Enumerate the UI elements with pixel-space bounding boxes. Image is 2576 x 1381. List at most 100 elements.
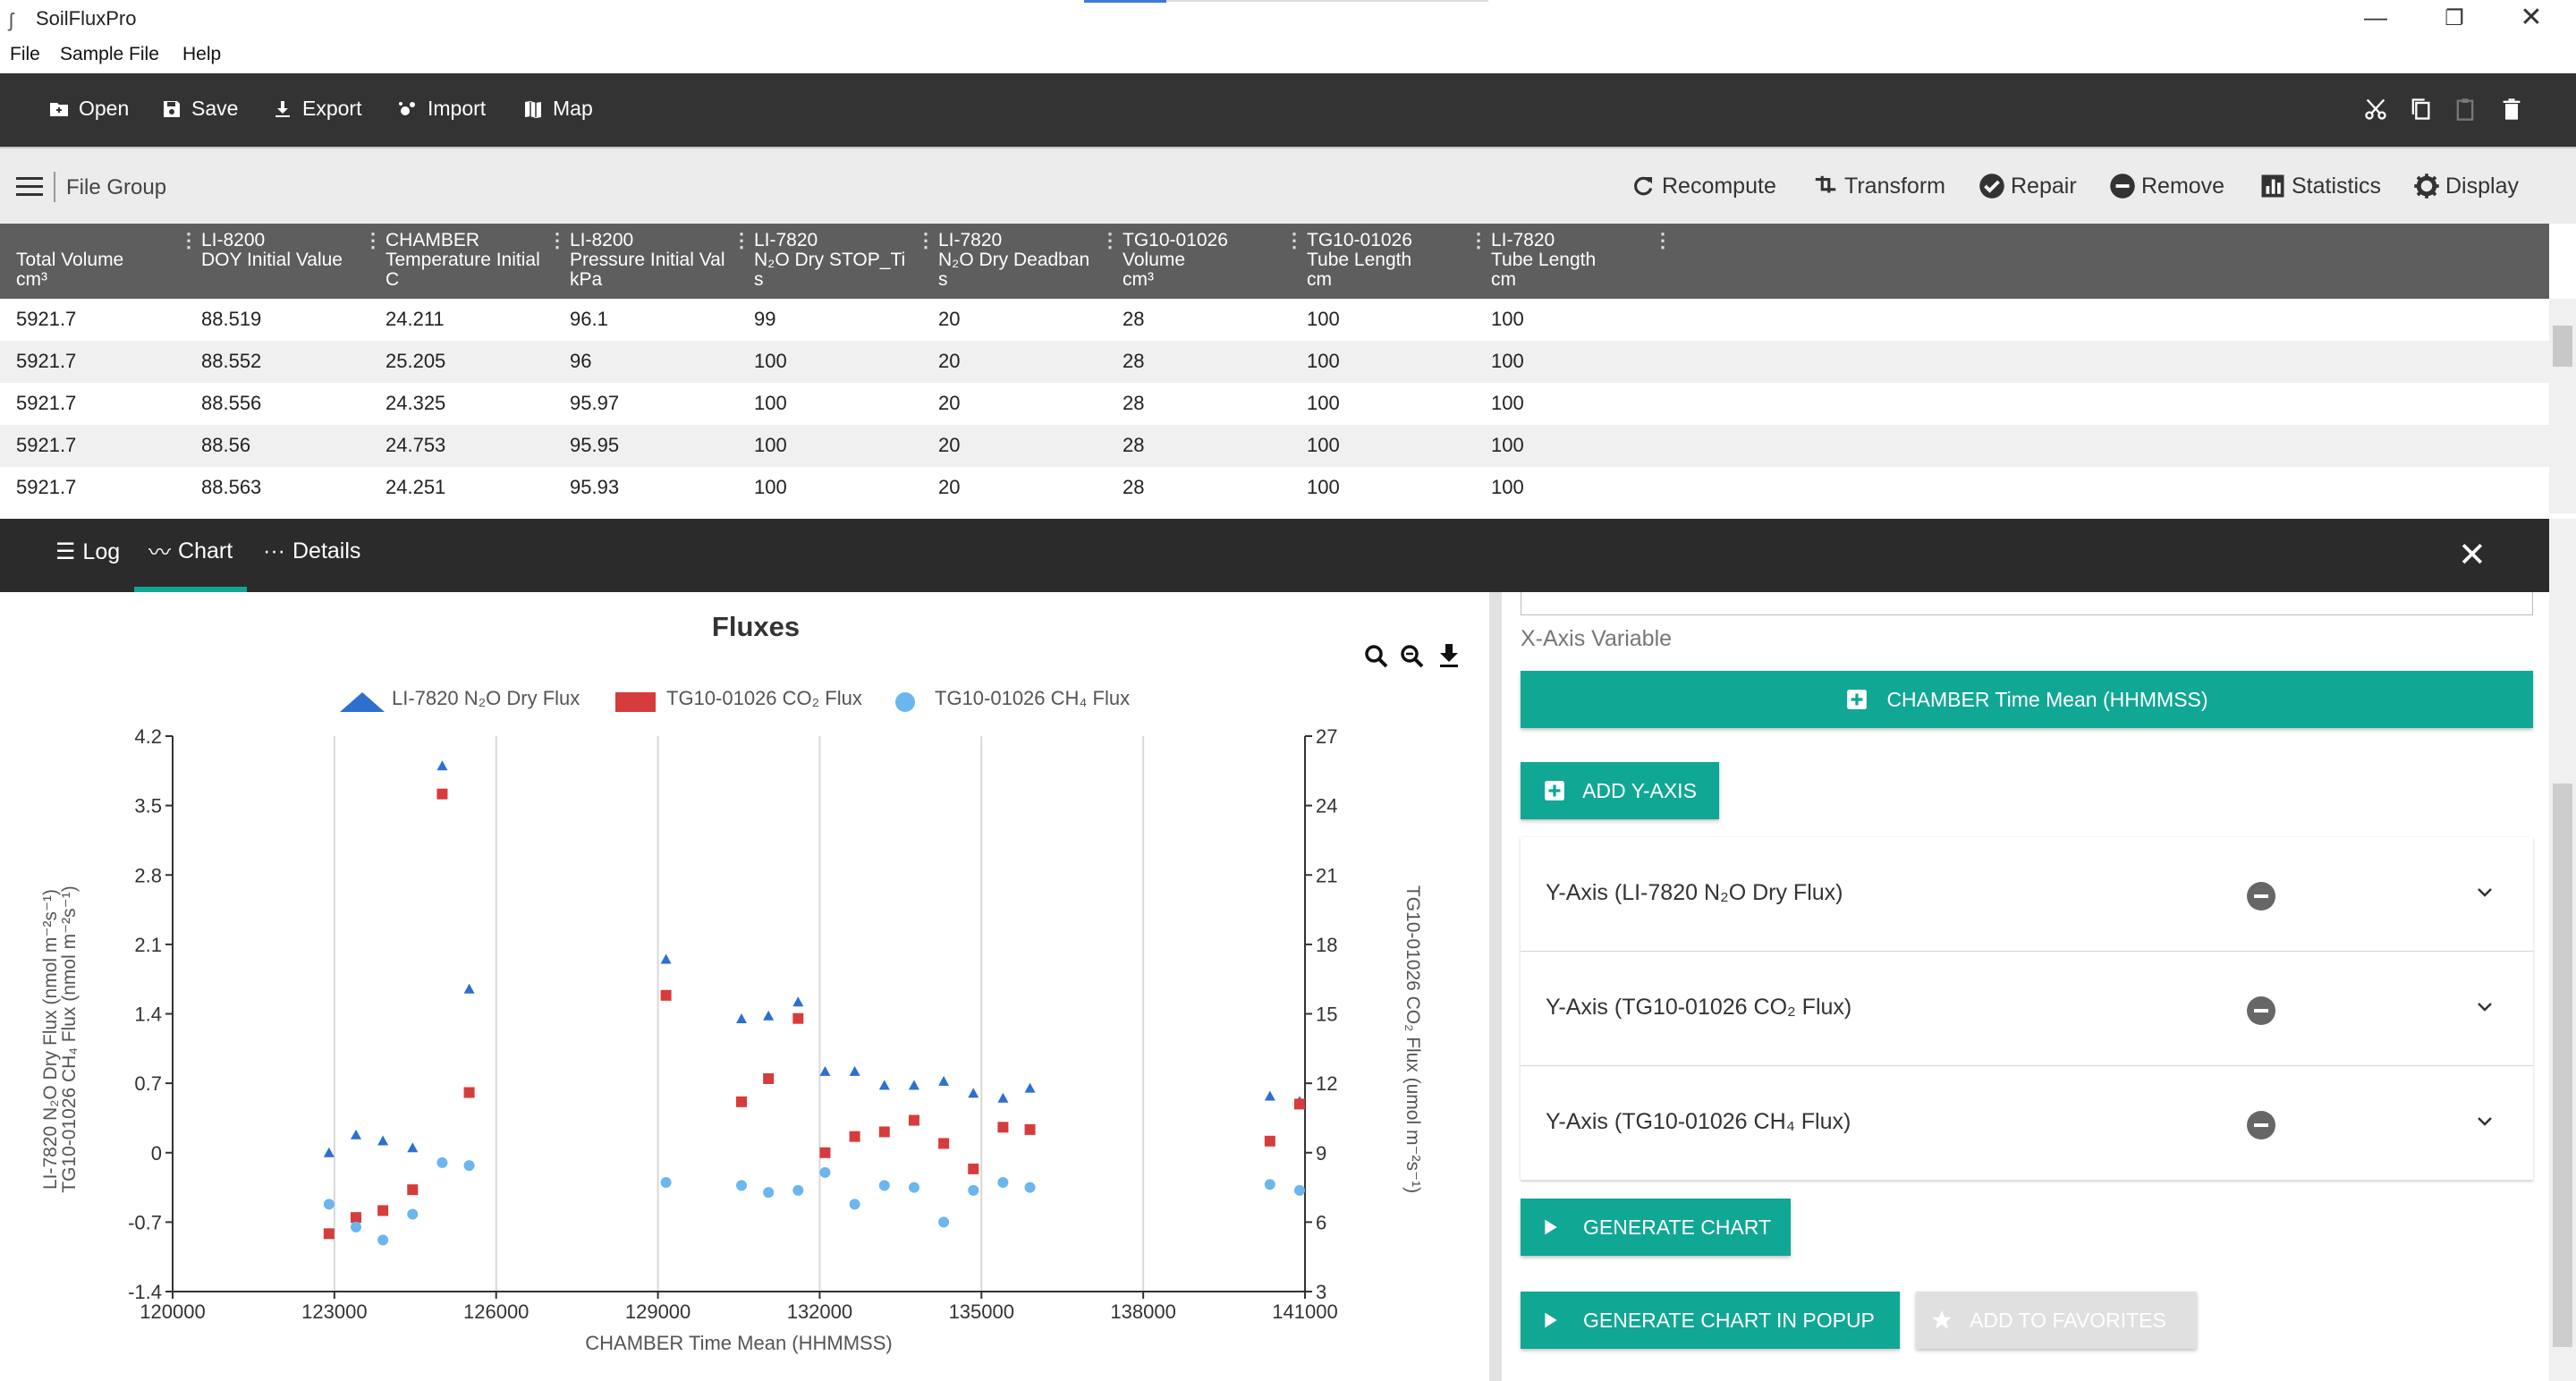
chevron-down-icon[interactable] — [2474, 1111, 2496, 1132]
table-cell: 95.95 — [570, 434, 620, 456]
repair-button[interactable]: Repair — [1979, 173, 2077, 199]
column-header[interactable]: Total Volume cm³ — [16, 231, 186, 290]
column-header[interactable]: CHAMBER Temperature Initial C — [386, 231, 555, 290]
column-header[interactable]: LI-7820 N₂O Dry Deadban s — [938, 231, 1108, 290]
tab-log[interactable]: ☰ Log — [55, 538, 120, 565]
add-y-axis-button[interactable]: ADD Y-AXIS — [1521, 762, 1719, 819]
variable-select[interactable] — [1521, 592, 2533, 615]
column-menu-icon[interactable]: ⋮ — [1469, 229, 1488, 252]
delete-button[interactable] — [2499, 97, 2526, 123]
chevron-down-icon[interactable] — [2474, 882, 2496, 903]
hamburger-menu-icon[interactable] — [16, 177, 43, 197]
generate-chart-button[interactable]: GENERATE CHART — [1521, 1199, 1791, 1256]
column-menu-icon[interactable]: ⋮ — [1100, 229, 1120, 252]
map-button[interactable]: Map — [522, 97, 593, 121]
open-label: Open — [79, 97, 130, 120]
star-icon — [1932, 1310, 1952, 1329]
add-to-favorites-label: ADD TO FAVORITES — [1970, 1308, 2166, 1332]
table-row[interactable]: 5921.7 88.556 24.325 95.97 100 20 28 100… — [0, 383, 2549, 425]
n2o-data-point — [1024, 1082, 1036, 1093]
y-axis-card[interactable]: Y-Axis (LI-7820 N₂O Dry Flux) — [1521, 837, 2533, 952]
chart-legend: LI-7820 N₂O Dry Flux TG10-01026 CO₂ Flux… — [340, 687, 1130, 712]
ch4-data-point — [323, 1199, 335, 1210]
remove-circle-icon[interactable] — [2247, 996, 2275, 1025]
table-scrollbar[interactable] — [2549, 299, 2576, 513]
zoom-in-icon[interactable] — [1365, 645, 1388, 668]
tab-chart[interactable]: 〰 Chart — [148, 535, 233, 567]
restore-icon[interactable]: ❐ — [2419, 5, 2490, 31]
scrollbar-thumb[interactable] — [2553, 326, 2572, 367]
scrollbar-thumb[interactable] — [2553, 784, 2572, 1347]
download-chart-icon[interactable] — [1440, 644, 1458, 667]
paste-button[interactable] — [2453, 97, 2479, 123]
remove-button[interactable]: Remove — [2109, 173, 2224, 199]
column-header[interactable]: LI-7820 N₂O Dry STOP_Ti s — [754, 231, 924, 290]
table-row[interactable]: 5921.7 88.56 24.753 95.95 100 20 28 100 … — [0, 425, 2549, 467]
close-window-icon[interactable]: ✕ — [2496, 2, 2567, 33]
column-header[interactable]: LI-8200 DOY Initial Value — [201, 231, 371, 270]
column-header[interactable]: TG10-01026 Tube Length cm — [1307, 231, 1477, 290]
tab-details[interactable]: ··· Details — [263, 538, 360, 564]
cut-button[interactable] — [2363, 97, 2390, 123]
transform-button[interactable]: Transform — [1812, 173, 1945, 199]
y-axis-card[interactable]: Y-Axis (TG10-01026 CH₄ Flux) — [1521, 1066, 2533, 1181]
column-header[interactable]: LI-7820 Tube Length cm — [1491, 231, 1661, 290]
export-label: Export — [302, 97, 362, 120]
column-header[interactable]: TG10-01026 Volume cm³ — [1123, 231, 1292, 290]
menu-file[interactable]: File — [10, 44, 40, 65]
menu-sample-file[interactable]: Sample File — [60, 44, 159, 65]
column-menu-icon[interactable]: ⋮ — [1284, 229, 1304, 252]
column-menu-icon[interactable]: ⋮ — [1653, 229, 1673, 252]
panel-scrollbar[interactable] — [2549, 519, 2576, 1381]
y-right-tick-label: 3 — [1316, 1281, 1326, 1303]
y-right-tick-label: 6 — [1316, 1211, 1326, 1233]
generate-chart-label: GENERATE CHART — [1583, 1215, 1772, 1239]
legend-label: TG10-01026 CO₂ Flux — [666, 687, 862, 709]
co2-data-point — [377, 1205, 389, 1216]
chevron-down-icon[interactable] — [2474, 996, 2496, 1018]
column-menu-icon[interactable]: ⋮ — [732, 229, 751, 252]
y-left-tick-label: 2.8 — [134, 864, 162, 886]
recompute-button[interactable]: Recompute — [1630, 173, 1776, 199]
save-button[interactable]: Save — [161, 97, 238, 121]
table-row[interactable]: 5921.7 88.563 24.251 95.93 100 20 28 100… — [0, 467, 2549, 509]
flux-chart: Fluxes LI-7820 N₂O Dry Flux TG10-01026 C… — [40, 611, 1458, 1354]
y-axis-card[interactable]: Y-Axis (TG10-01026 CO₂ Flux) — [1521, 952, 2533, 1066]
y-right-tick-label: 18 — [1316, 934, 1337, 956]
remove-circle-icon[interactable] — [2247, 882, 2275, 911]
y-left-tick-label: 0 — [151, 1142, 162, 1165]
co2-data-point — [968, 1163, 979, 1174]
map-icon — [525, 100, 541, 118]
n2o-data-point — [938, 1075, 950, 1086]
remove-circle-icon[interactable] — [2247, 1111, 2275, 1140]
menu-help[interactable]: Help — [182, 44, 221, 65]
table-row[interactable]: 5921.7 88.552 25.205 96 100 20 28 100 10… — [0, 341, 2549, 383]
x-axis-variable-button[interactable]: CHAMBER Time Mean (HHMMSS) — [1521, 671, 2533, 728]
statistics-label: Statistics — [2292, 173, 2382, 199]
add-to-favorites-button[interactable]: ADD TO FAVORITES — [1916, 1292, 2197, 1349]
open-button[interactable]: Open — [48, 97, 129, 121]
table-row[interactable]: 5921.7 88.519 24.211 96.1 99 20 28 100 1… — [0, 299, 2549, 341]
generate-chart-popup-label: GENERATE CHART IN POPUP — [1583, 1308, 1875, 1332]
x-tick-label: 126000 — [463, 1301, 529, 1323]
display-button[interactable]: Display — [2413, 173, 2519, 199]
display-label: Display — [2445, 173, 2519, 199]
statistics-button[interactable]: Statistics — [2259, 173, 2381, 199]
column-menu-icon[interactable]: ⋮ — [547, 229, 567, 252]
column-menu-icon[interactable]: ⋮ — [363, 229, 383, 252]
panel-divider[interactable] — [1489, 592, 1502, 1381]
copy-button[interactable] — [2408, 97, 2435, 123]
tab-chart-label: Chart — [178, 538, 233, 563]
generate-chart-popup-button[interactable]: GENERATE CHART IN POPUP — [1521, 1292, 1900, 1349]
import-button[interactable]: Import — [397, 97, 486, 121]
export-button[interactable]: Export — [272, 97, 361, 121]
close-panel-icon[interactable]: ✕ — [2458, 535, 2487, 575]
column-menu-icon[interactable]: ⋮ — [179, 229, 199, 252]
column-header[interactable]: LI-8200 Pressure Initial Val kPa — [570, 231, 740, 290]
import-icon — [399, 101, 415, 115]
minimize-icon[interactable]: — — [2340, 4, 2411, 31]
x-axis-variable-label: X-Axis Variable — [1521, 626, 1673, 651]
zoom-out-icon[interactable] — [1401, 645, 1424, 668]
transform-label: Transform — [1844, 173, 1945, 199]
column-menu-icon[interactable]: ⋮ — [916, 229, 936, 252]
